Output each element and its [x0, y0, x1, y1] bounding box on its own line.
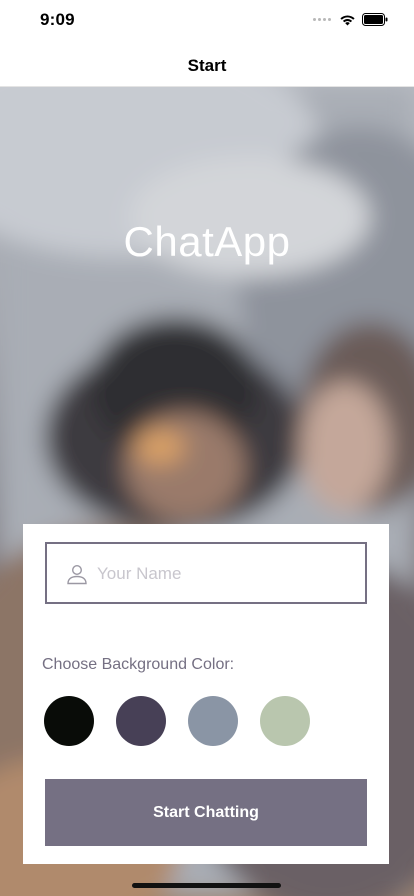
wifi-icon: [340, 14, 355, 25]
app-title: ChatApp: [123, 218, 291, 265]
status-bar: 9:09: [0, 0, 414, 44]
battery-icon: [362, 13, 388, 26]
color-label: Choose Background Color:: [42, 656, 235, 673]
nav-title: Start: [187, 56, 227, 75]
color-swatch-black[interactable]: [44, 696, 94, 746]
person-icon: [67, 564, 87, 585]
start-card: Choose Background Color: Start Chatting: [23, 524, 389, 864]
color-swatches: [44, 696, 310, 746]
name-input[interactable]: [95, 544, 359, 604]
color-swatch-gray-blue[interactable]: [188, 696, 238, 746]
home-indicator: [132, 883, 281, 888]
start-chatting-button[interactable]: Start Chatting: [45, 779, 367, 846]
name-input-container[interactable]: [45, 542, 367, 604]
color-swatch-purple[interactable]: [116, 696, 166, 746]
status-time: 9:09: [40, 10, 75, 29]
signal-icon: [313, 18, 331, 21]
navigation-bar: Start: [0, 44, 414, 87]
status-icons: [313, 13, 388, 26]
color-swatch-green[interactable]: [260, 696, 310, 746]
